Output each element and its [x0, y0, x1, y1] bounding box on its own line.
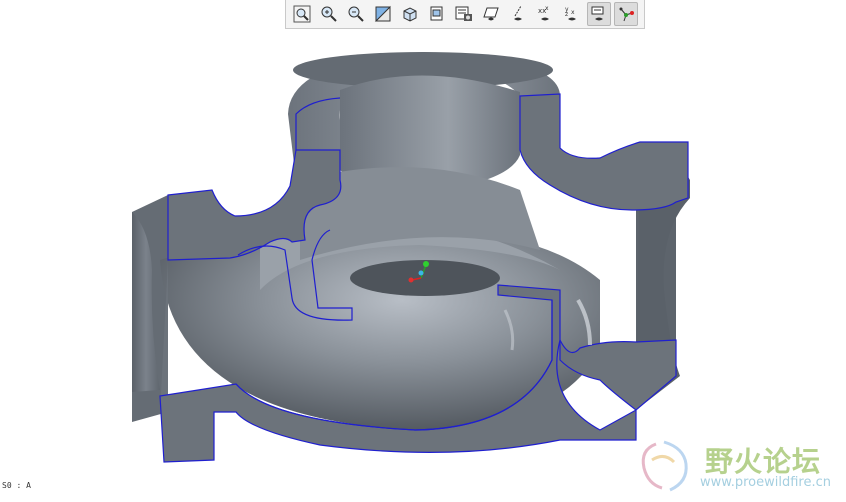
zoom-in-button[interactable]	[317, 2, 341, 26]
view-manager-button[interactable]	[452, 2, 476, 26]
plane-display-icon	[483, 7, 499, 21]
zoom-in-icon	[321, 6, 337, 22]
view-toolbar: xx x y x z	[285, 0, 645, 29]
csys-display-icon: y x z	[565, 6, 576, 21]
saved-views-icon	[430, 6, 443, 21]
watermark-logo-icon	[641, 440, 688, 492]
repaint-button[interactable]	[371, 2, 395, 26]
spin-center-icon	[619, 7, 634, 22]
zoom-fit-icon	[293, 5, 311, 23]
zoom-out-icon	[348, 6, 364, 22]
valve-body-model	[132, 52, 690, 463]
svg-text:x: x	[571, 9, 575, 16]
repaint-icon	[374, 5, 391, 22]
refit-button[interactable]	[290, 2, 314, 26]
zoom-out-button[interactable]	[344, 2, 368, 26]
view-manager-icon	[455, 6, 472, 21]
model-viewport[interactable]	[0, 30, 846, 502]
saved-orientations-button[interactable]	[425, 2, 449, 26]
watermark-url: www.proewildfire.cn	[700, 475, 831, 490]
csys-display-button[interactable]: y x z	[560, 2, 584, 26]
plane-display-button[interactable]	[479, 2, 503, 26]
point-display-button[interactable]: xx x	[533, 2, 557, 26]
svg-text:z: z	[565, 11, 568, 18]
annotation-display-icon	[591, 6, 604, 21]
axis-display-button[interactable]	[506, 2, 530, 26]
axis-display-icon	[514, 5, 522, 21]
csys-label: S0 : A	[2, 481, 31, 490]
annotation-display-button[interactable]	[587, 2, 611, 26]
spin-center-button[interactable]	[614, 2, 638, 26]
point-display-icon: xx x	[538, 5, 549, 21]
cube-icon	[403, 7, 417, 22]
watermark-text: 野火论坛	[705, 445, 822, 478]
display-style-button[interactable]	[398, 2, 422, 26]
svg-text:x: x	[545, 5, 549, 12]
